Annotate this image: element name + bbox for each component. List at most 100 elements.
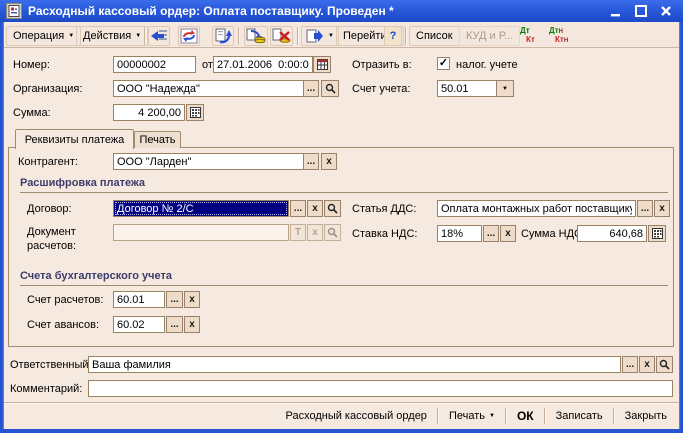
chevron-down-icon: ▼ [135, 33, 141, 39]
comment-input[interactable] [88, 380, 673, 397]
unpost-document-button[interactable] [270, 26, 293, 46]
reread-document-button[interactable] [148, 26, 170, 46]
post-document-icon [246, 28, 266, 44]
vat-sum-input[interactable] [577, 225, 647, 242]
dtkt-tax-icon: ДтН КтН [547, 27, 569, 45]
titlebar[interactable]: Расходный кассовый ордер: Оплата поставщ… [0, 0, 683, 22]
bottombar-separator [544, 408, 546, 424]
toolbar-separator [144, 27, 146, 45]
date-input[interactable] [213, 56, 313, 73]
tab-payment-requisites[interactable]: Реквизиты платежа [15, 129, 134, 149]
contract-select-button[interactable]: ... [290, 200, 306, 217]
dtkt-button[interactable]: Дт Кт [518, 26, 540, 46]
chevron-down-icon: ▼ [68, 33, 74, 39]
dds-clear-button[interactable]: x [654, 200, 670, 217]
chevron-down-icon: ▼ [328, 33, 334, 39]
ellipsis-icon: ... [487, 228, 495, 239]
print-button[interactable]: Печать ▼ [441, 408, 503, 424]
vat-rate-clear-button[interactable]: x [500, 225, 516, 242]
reflect-label: Отразить в: [352, 59, 412, 71]
save-button[interactable]: Записать [548, 408, 611, 424]
post-document-button[interactable] [244, 26, 268, 46]
organization-input[interactable] [113, 80, 304, 97]
accounting-accounts-group-title: Счета бухгалтерского учета [20, 270, 668, 286]
advance-account-input[interactable] [113, 316, 165, 333]
organization-open-button[interactable] [321, 80, 339, 97]
vat-rate-input[interactable] [437, 225, 482, 242]
document-action-button[interactable]: Расходный кассовый ордер [277, 408, 434, 424]
help-button[interactable]: ? [384, 26, 402, 46]
responsible-input[interactable] [88, 356, 621, 373]
responsible-clear-button[interactable]: x [639, 356, 655, 373]
list-button-label: Список [416, 30, 453, 42]
counterparty-select-button[interactable]: ... [303, 153, 319, 170]
settlement-doc-input [113, 224, 289, 241]
output-document-icon [306, 28, 324, 44]
toolbar: Операция ▼ Действия ▼ [4, 24, 679, 48]
payment-breakdown-group-title: Расшифровка платежа [20, 177, 668, 193]
calendar-button[interactable] [313, 56, 331, 73]
number-label: Номер: [13, 59, 50, 71]
type-icon: Т [295, 227, 301, 238]
vat-rate-select-button[interactable]: ... [483, 225, 499, 242]
account-combo-input[interactable] [437, 80, 497, 97]
dtkt-tax-button[interactable]: ДтН КтН [545, 26, 571, 46]
unpost-document-icon [272, 28, 291, 44]
kudir-button-label: КУД и Р... [466, 30, 513, 42]
maximize-icon[interactable] [633, 3, 649, 19]
organization-label: Организация: [13, 83, 82, 95]
minimize-icon[interactable] [608, 3, 624, 19]
responsible-label: Ответственный: [10, 359, 92, 371]
ellipsis-icon: ... [626, 359, 634, 370]
app-window: Расходный кассовый ордер: Оплата поставщ… [0, 0, 683, 433]
clear-icon: x [312, 227, 318, 238]
list-button[interactable]: Список [409, 26, 460, 46]
close-icon[interactable] [658, 3, 674, 19]
dds-input[interactable] [437, 200, 636, 217]
ellipsis-icon: ... [307, 156, 315, 167]
window-title: Расходный кассовый ордер: Оплата поставщ… [28, 4, 608, 18]
contract-input[interactable] [113, 200, 289, 217]
window-border-left [0, 22, 4, 429]
settlement-account-select-button[interactable]: ... [166, 291, 183, 308]
clear-icon: x [189, 294, 195, 305]
vat-rate-label: Ставка НДС: [352, 228, 417, 240]
ok-button[interactable]: ОК [509, 407, 542, 425]
magnifier-icon [327, 227, 338, 238]
number-input[interactable] [113, 56, 196, 73]
tab-label: Реквизиты платежа [25, 134, 125, 146]
counterparty-clear-button[interactable]: x [321, 153, 337, 170]
sum-input[interactable] [113, 104, 185, 121]
settlement-account-input[interactable] [113, 291, 165, 308]
contract-open-button[interactable] [324, 200, 341, 217]
responsible-select-button[interactable]: ... [622, 356, 638, 373]
counterparty-input[interactable] [113, 153, 304, 170]
vat-sum-calculator-button[interactable] [648, 225, 666, 242]
organization-select-button[interactable]: ... [303, 80, 319, 97]
responsible-open-button[interactable] [656, 356, 673, 373]
dds-select-button[interactable]: ... [637, 200, 653, 217]
chevron-down-icon: ▼ [502, 86, 508, 92]
copy-document-button[interactable] [212, 26, 234, 46]
tab-print[interactable]: Печать [134, 131, 181, 148]
toolbar-separator [405, 27, 407, 45]
output-menu-button[interactable]: ▼ [301, 26, 339, 46]
window-border-right [679, 22, 683, 429]
actions-menu-button[interactable]: Действия ▼ [76, 26, 148, 46]
advance-account-clear-button[interactable]: x [184, 316, 200, 333]
goto-menu-label: Перейти [343, 30, 387, 42]
advance-account-select-button[interactable]: ... [166, 316, 183, 333]
ellipsis-icon: ... [170, 294, 178, 305]
contract-clear-button[interactable]: x [307, 200, 323, 217]
refresh-button[interactable] [178, 26, 200, 46]
kudir-button: КУД и Р... [459, 26, 520, 46]
operation-menu-label: Операция [13, 30, 64, 42]
operation-menu-button[interactable]: Операция ▼ [6, 26, 81, 46]
counterparty-label: Контрагент: [18, 156, 78, 168]
close-button[interactable]: Закрыть [617, 408, 675, 424]
account-dropdown-button[interactable]: ▼ [496, 80, 514, 97]
sum-calculator-button[interactable] [186, 104, 204, 121]
tax-accounting-checkbox[interactable]: ✓ [437, 57, 450, 70]
ellipsis-icon: ... [641, 203, 649, 214]
settlement-account-clear-button[interactable]: x [184, 291, 200, 308]
